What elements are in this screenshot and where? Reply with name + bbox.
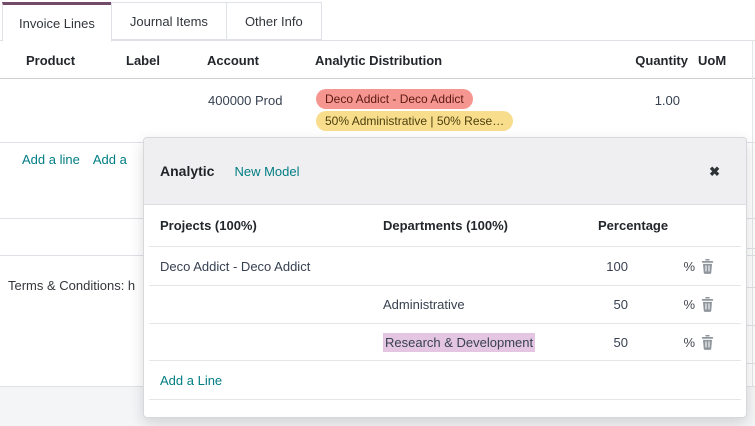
analytic-add-line-row: Add a Line xyxy=(149,361,741,400)
column-header-percentage: Percentage xyxy=(598,218,669,233)
percentage-value[interactable]: 50 xyxy=(598,335,628,350)
percentage-value[interactable]: 50 xyxy=(598,297,628,312)
trash-icon[interactable] xyxy=(701,297,714,312)
popup-title: Analytic xyxy=(160,163,215,179)
invoice-form-screen: Invoice Lines Journal Items Other Info P… xyxy=(0,0,755,426)
column-header-analytic-distribution: Analytic Distribution xyxy=(315,53,443,68)
analytic-row-project: Deco Addict - Deco Addict 100 % xyxy=(149,247,741,286)
percent-sign: % xyxy=(683,334,695,350)
content-right-border xyxy=(752,40,753,386)
add-a-section-link[interactable]: Add a xyxy=(93,152,127,167)
tab-journal-items[interactable]: Journal Items xyxy=(110,2,227,40)
column-header-uom: UoM xyxy=(698,53,727,68)
column-header-departments: Departments (100%) xyxy=(383,218,508,233)
close-icon[interactable]: ✖ xyxy=(709,165,720,178)
analytic-popup-header: Analytic New Model ✖ xyxy=(144,138,746,205)
totals-row-divider xyxy=(747,363,755,364)
analytic-table: Projects (100%) Departments (100%) Perce… xyxy=(149,205,741,400)
department-cell[interactable]: Administrative xyxy=(383,297,598,312)
analytic-popup: Analytic New Model ✖ Projects (100%) Dep… xyxy=(143,137,747,418)
tab-other-info[interactable]: Other Info xyxy=(225,2,322,40)
quantity-cell[interactable]: 1.00 xyxy=(620,93,680,108)
trash-icon[interactable] xyxy=(701,334,714,350)
table-header-divider xyxy=(0,78,755,79)
table-footer-links: Add a line Add a xyxy=(22,152,127,167)
analytic-table-header: Projects (100%) Departments (100%) Perce… xyxy=(149,205,741,247)
column-header-label: Label xyxy=(126,53,160,68)
tab-invoice-lines[interactable]: Invoice Lines xyxy=(2,2,112,42)
terms-and-conditions-text: Terms & Conditions: h xyxy=(8,278,136,293)
project-cell[interactable]: Deco Addict - Deco Addict xyxy=(160,259,383,274)
analytic-tag-project[interactable]: Deco Addict - Deco Addict xyxy=(316,89,473,109)
analytic-row-department: Administrative 50 % xyxy=(149,286,741,324)
column-header-account: Account xyxy=(207,53,259,68)
add-a-line-link[interactable]: Add a line xyxy=(22,152,80,167)
department-cell-highlighted[interactable]: Research & Development xyxy=(383,332,536,352)
column-header-product: Product xyxy=(26,53,76,68)
totals-row-divider xyxy=(747,287,755,288)
analytic-tag-departments[interactable]: 50% Administrative | 50% Rese… xyxy=(316,111,514,131)
popup-add-a-line-link[interactable]: Add a Line xyxy=(160,373,222,388)
account-cell[interactable]: 400000 Prod xyxy=(208,93,282,108)
analytic-row-department: Research & Development 50 % xyxy=(149,324,741,361)
department-cell[interactable]: Research & Development xyxy=(383,332,598,352)
new-model-link[interactable]: New Model xyxy=(234,164,299,179)
percentage-value[interactable]: 100 xyxy=(598,259,628,274)
trash-icon[interactable] xyxy=(701,258,714,274)
totals-row-divider xyxy=(747,325,755,326)
column-header-projects: Projects (100%) xyxy=(160,218,257,233)
totals-row-divider xyxy=(747,248,755,249)
notebook-tabs: Invoice Lines Journal Items Other Info xyxy=(2,2,322,42)
column-header-quantity: Quantity xyxy=(635,53,688,68)
percent-sign: % xyxy=(683,297,695,312)
percent-sign: % xyxy=(683,258,695,274)
